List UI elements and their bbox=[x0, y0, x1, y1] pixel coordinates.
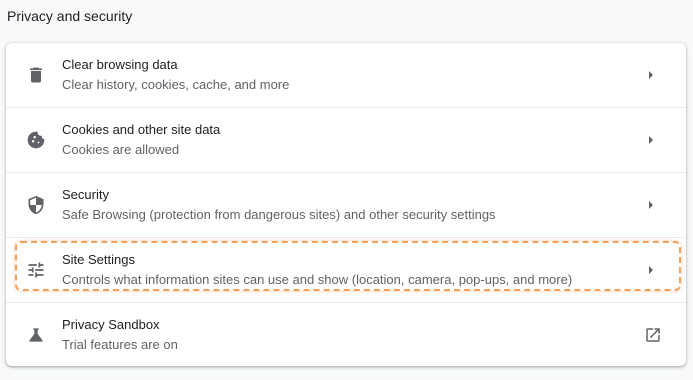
clear-browsing-data-label: Clear browsing data bbox=[62, 57, 178, 72]
privacy-settings-card: Clear browsing data Clear history, cooki… bbox=[6, 43, 686, 366]
cookie-icon bbox=[26, 130, 46, 150]
security-row[interactable]: Security Safe Browsing (protection from … bbox=[6, 173, 686, 237]
chevron-right-icon bbox=[646, 133, 656, 147]
cookies-description: Cookies are allowed bbox=[62, 142, 180, 157]
cookies-label: Cookies and other site data bbox=[62, 122, 221, 137]
trash-icon bbox=[26, 65, 46, 85]
flask-icon bbox=[26, 325, 46, 345]
site-settings-label: Site Settings bbox=[62, 252, 135, 267]
privacy-sandbox-description: Trial features are on bbox=[62, 337, 178, 352]
chevron-right-icon bbox=[646, 198, 656, 212]
security-label: Security bbox=[62, 187, 109, 202]
privacy-sandbox-label: Privacy Sandbox bbox=[62, 317, 160, 332]
section-title: Privacy and security bbox=[7, 8, 133, 24]
privacy-sandbox-row[interactable]: Privacy Sandbox Trial features are on bbox=[6, 303, 686, 367]
clear-browsing-data-description: Clear history, cookies, cache, and more bbox=[62, 77, 290, 92]
shield-icon bbox=[26, 195, 46, 215]
security-description: Safe Browsing (protection from dangerous… bbox=[62, 207, 496, 222]
chevron-right-icon bbox=[646, 263, 656, 277]
chevron-right-icon bbox=[646, 68, 656, 82]
tune-sliders-icon bbox=[26, 260, 46, 280]
site-settings-row[interactable]: Site Settings Controls what information … bbox=[6, 238, 686, 302]
cookies-row[interactable]: Cookies and other site data Cookies are … bbox=[6, 108, 686, 172]
site-settings-description: Controls what information sites can use … bbox=[62, 272, 573, 287]
open-in-new-icon[interactable] bbox=[644, 326, 662, 344]
clear-browsing-data-row[interactable]: Clear browsing data Clear history, cooki… bbox=[6, 43, 686, 107]
